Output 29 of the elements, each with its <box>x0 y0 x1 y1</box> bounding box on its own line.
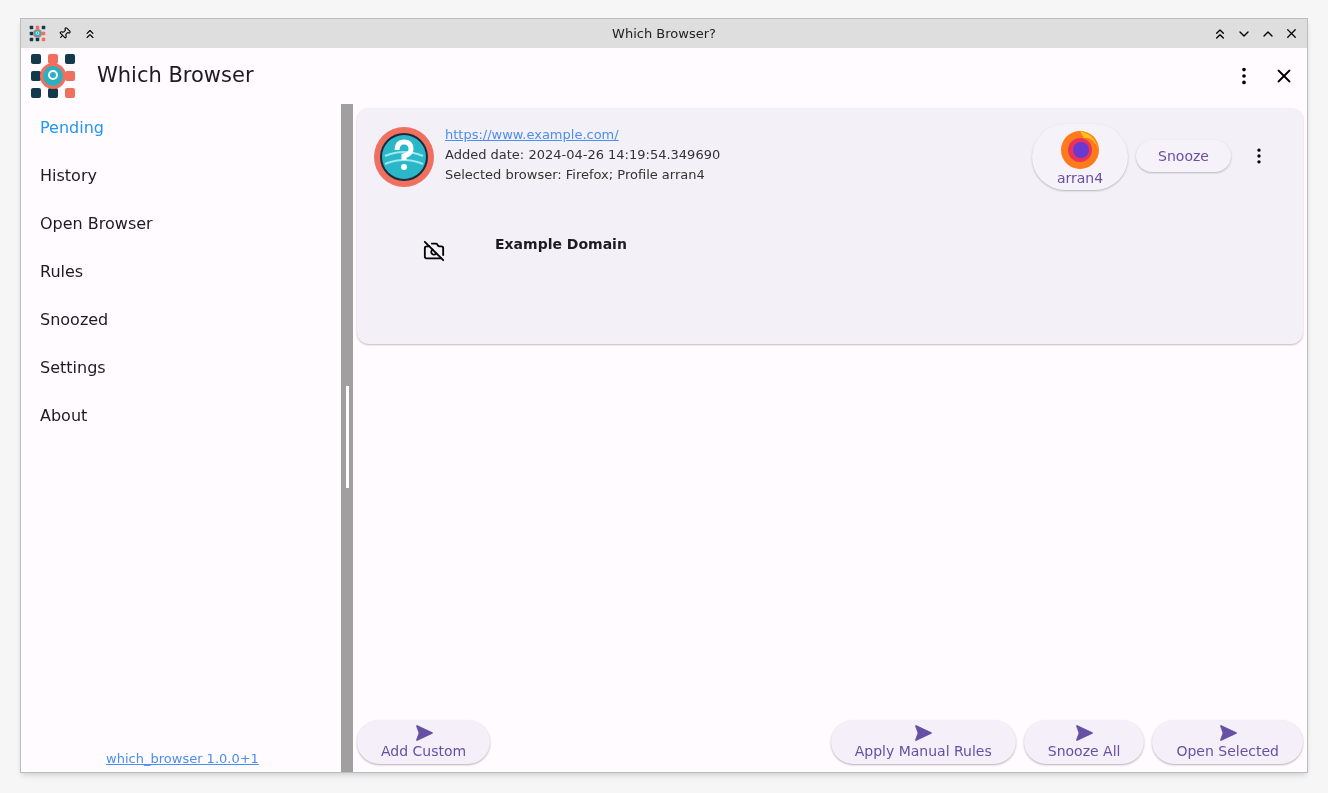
version-link[interactable]: which_browser 1.0.0+1 <box>106 748 259 768</box>
app-logo-icon <box>29 25 46 42</box>
added-date: Added date: 2024-04-26 14:19:54.349690 <box>445 146 722 164</box>
send-icon <box>413 723 434 744</box>
nav-item[interactable]: Settings <box>24 356 341 404</box>
action-button[interactable]: Add Custom <box>357 720 491 764</box>
nav-item[interactable]: Rules <box>24 260 341 308</box>
page-title: Example Domain <box>495 235 627 254</box>
nav-item[interactable]: Open Browser <box>24 212 341 260</box>
globe-logo-icon <box>373 126 435 188</box>
nav-item[interactable]: Snoozed <box>24 308 341 356</box>
profile-button[interactable]: arran4 <box>1032 124 1128 190</box>
nav-item[interactable]: Pending <box>24 116 341 164</box>
send-icon <box>1217 723 1238 744</box>
scrollbar-thumb[interactable] <box>345 386 349 488</box>
no-preview-icon <box>423 240 445 262</box>
action-button[interactable]: Snooze All <box>1023 720 1145 764</box>
nav-item[interactable]: History <box>24 164 341 212</box>
app-logo <box>29 52 77 100</box>
action-button[interactable]: Apply Manual Rules <box>830 720 1016 764</box>
window-title: Which Browser? <box>611 24 717 43</box>
selected-browser: Selected browser: Firefox; Profile arran4 <box>445 166 706 184</box>
send-icon <box>1074 723 1095 744</box>
app-title: Which Browser <box>97 62 255 90</box>
action-button[interactable]: Open Selected <box>1152 720 1303 764</box>
snooze-button[interactable]: Snooze <box>1136 140 1231 172</box>
nav-item[interactable]: About <box>24 404 341 452</box>
close-icon[interactable] <box>1284 26 1299 41</box>
send-icon <box>913 723 934 744</box>
